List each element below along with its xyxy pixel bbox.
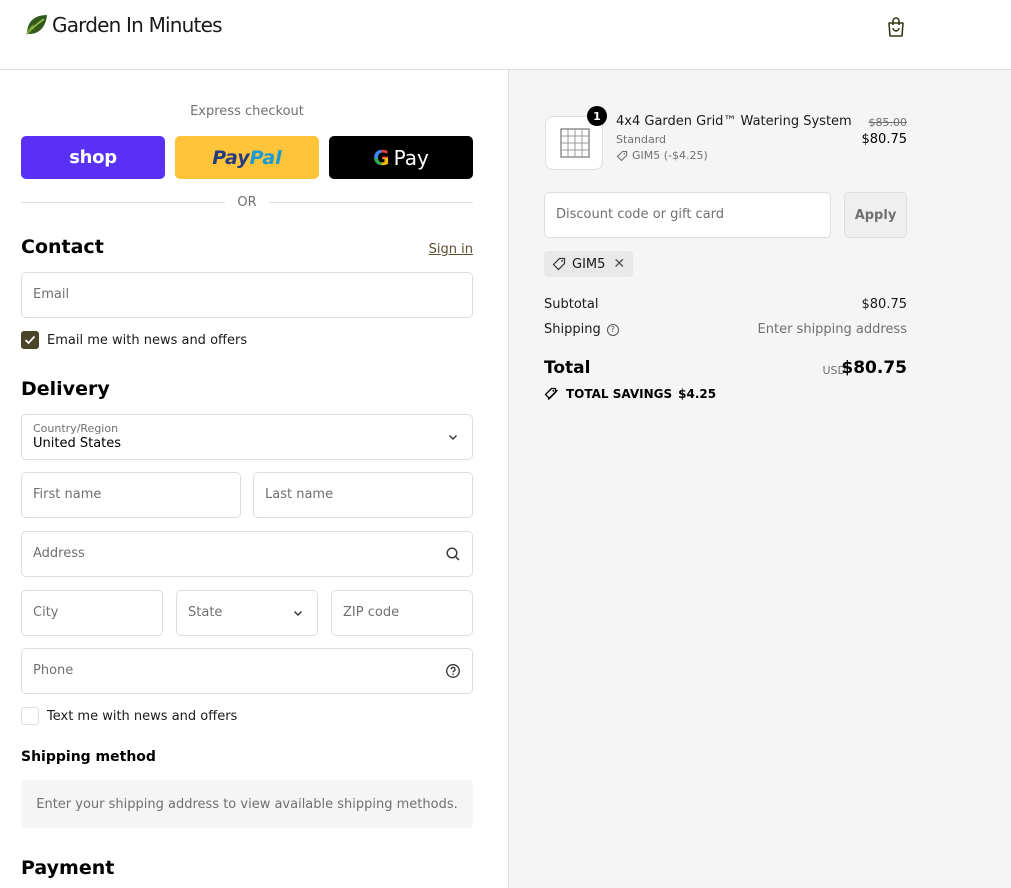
country-value: United States — [33, 436, 122, 451]
divider-line — [268, 201, 474, 203]
divider-line — [21, 201, 226, 203]
state-placeholder: State — [188, 605, 223, 620]
address-placeholder: Address — [33, 546, 85, 561]
subtotal-label: Subtotal — [544, 297, 598, 312]
shipping-method-message: Enter your shipping address to view avai… — [21, 780, 473, 828]
total-amount: $80.75 — [841, 358, 907, 378]
sms-opt-in-row[interactable]: Text me with news and offers — [21, 707, 237, 725]
total-savings: TOTAL SAVINGS $4.25 — [544, 387, 716, 401]
sign-in-link[interactable]: Sign in — [429, 242, 473, 257]
delivery-title: Delivery — [21, 378, 110, 400]
tag-icon — [552, 257, 566, 271]
city-field[interactable]: City — [21, 590, 163, 636]
discount-code-placeholder: Discount code or gift card — [556, 207, 725, 222]
first-name-field[interactable]: First name — [21, 472, 241, 518]
paypal-button[interactable]: Pay Pal — [175, 136, 319, 179]
express-checkout-label: Express checkout — [190, 104, 304, 119]
email-opt-in-row[interactable]: Email me with news and offers — [21, 331, 247, 349]
subtotal-value: $80.75 — [861, 297, 908, 312]
shipping-label: Shipping ? — [544, 322, 619, 337]
email-field[interactable]: Email — [21, 272, 473, 318]
checkmark-icon — [24, 335, 36, 345]
shopping-bag-icon[interactable] — [886, 16, 906, 38]
product-variant: Standard — [616, 133, 667, 146]
payment-title: Payment — [21, 857, 115, 879]
subtotal-label-text: Subtotal — [544, 297, 599, 312]
product-discount: GIM5 (-$4.25) — [616, 149, 708, 162]
remove-code-icon[interactable]: ✕ — [613, 256, 625, 272]
product-price: $80.75 — [861, 132, 908, 147]
applied-code-label: GIM5 — [572, 256, 606, 272]
tag-icon — [616, 150, 628, 161]
or-label: OR — [237, 194, 257, 210]
google-pay-label: Pay — [393, 145, 429, 170]
brand-logo[interactable]: Garden In Minutes — [24, 12, 223, 38]
discount-code-input[interactable]: Discount code or gift card — [544, 192, 831, 238]
product-original-price: $85.00 — [868, 116, 908, 129]
shipping-method-title: Shipping method — [21, 749, 156, 765]
apply-button[interactable]: Apply — [844, 192, 907, 238]
header: Garden In Minutes — [0, 0, 1011, 70]
phone-field[interactable]: Phone — [21, 648, 473, 694]
state-select[interactable]: State — [176, 590, 318, 636]
sms-opt-in-checkbox[interactable] — [21, 707, 39, 725]
order-summary: 1 4x4 Garden Grid™ Watering System Stand… — [508, 70, 1011, 888]
product-discount-text: GIM5 (-$4.25) — [632, 149, 708, 162]
paypal-label-pal: Pal — [249, 146, 282, 169]
address-field[interactable]: Address — [21, 531, 473, 577]
brand-name: Garden In Minutes — [52, 13, 223, 37]
chevron-down-icon — [449, 435, 457, 440]
email-opt-in-label: Email me with news and offers — [47, 332, 248, 348]
google-g-icon: G — [373, 145, 390, 170]
leaf-icon — [26, 15, 47, 35]
shipping-value: Enter shipping address — [757, 322, 907, 337]
sms-opt-in-label: Text me with news and offers — [47, 708, 238, 724]
country-label: Country/Region — [33, 422, 119, 435]
shop-pay-label: shop — [69, 147, 117, 168]
applied-code-chip: GIM5 ✕ — [544, 251, 634, 277]
zip-code-placeholder: ZIP code — [343, 605, 400, 620]
last-name-field[interactable]: Last name — [253, 472, 473, 518]
paypal-label-pay: Pay — [212, 146, 250, 169]
total-savings-value: $4.25 — [678, 387, 717, 401]
product-name: 4x4 Garden Grid™ Watering System — [616, 114, 852, 129]
quantity-badge: 1 — [587, 106, 607, 126]
last-name-placeholder: Last name — [265, 487, 334, 502]
contact-title: Contact — [21, 236, 104, 258]
shop-pay-button[interactable]: shop — [21, 136, 165, 179]
search-icon[interactable] — [445, 546, 461, 562]
email-placeholder: Email — [33, 287, 70, 302]
city-placeholder: City — [33, 605, 59, 620]
phone-placeholder: Phone — [33, 663, 74, 678]
chevron-down-icon — [294, 611, 302, 616]
first-name-placeholder: First name — [33, 487, 102, 502]
tags-icon — [544, 387, 558, 400]
zip-code-field[interactable]: ZIP code — [331, 590, 473, 636]
total-label: Total — [544, 358, 591, 378]
country-select[interactable]: Country/Region United States — [21, 414, 473, 460]
help-icon[interactable]: ? — [606, 323, 619, 336]
google-pay-button[interactable]: G Pay — [329, 136, 473, 179]
shipping-label-text: Shipping — [544, 322, 601, 337]
email-opt-in-checkbox[interactable] — [21, 331, 39, 349]
or-divider: OR — [21, 194, 474, 210]
help-icon[interactable] — [445, 663, 461, 679]
total-savings-label: TOTAL SAVINGS — [566, 387, 673, 401]
